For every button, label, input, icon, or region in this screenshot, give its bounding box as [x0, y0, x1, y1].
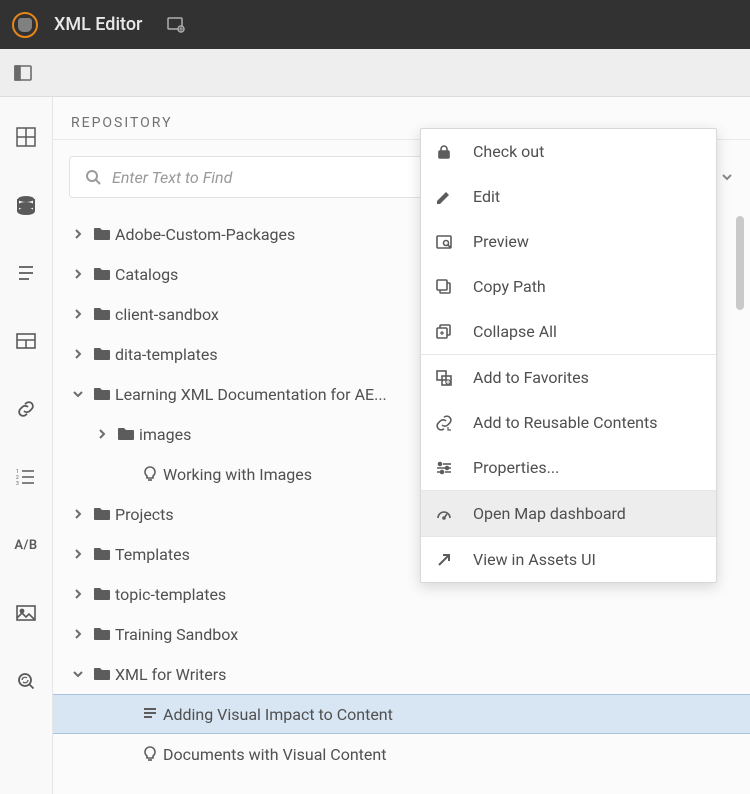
bulb-icon — [137, 465, 163, 483]
menu-item[interactable]: Add to Reusable Contents — [421, 400, 716, 445]
tree-toggle-icon[interactable] — [67, 589, 89, 599]
gauge-icon — [435, 505, 473, 523]
menu-item[interactable]: Properties... — [421, 445, 716, 490]
app-header: XML Editor — [0, 0, 750, 49]
rail-grid-icon[interactable] — [0, 103, 52, 171]
context-menu: Check out Edit Preview Copy Path Collapse Al… — [420, 128, 717, 583]
chevron-down-icon[interactable] — [720, 170, 734, 184]
collapse-icon — [435, 323, 473, 341]
tree-toggle-icon[interactable] — [67, 629, 89, 639]
tree-label: client-sandbox — [115, 305, 219, 324]
folder-icon — [89, 307, 115, 321]
map-icon — [137, 705, 163, 723]
tree-label: images — [139, 425, 191, 444]
menu-item[interactable]: Add to Favorites — [421, 355, 716, 400]
menu-label: Collapse All — [473, 322, 557, 341]
panel-settings-icon[interactable] — [166, 15, 186, 35]
tree-label: Projects — [115, 505, 174, 524]
folder-icon — [89, 667, 115, 681]
menu-label: Open Map dashboard — [473, 504, 626, 523]
tree-toggle-icon[interactable] — [67, 269, 89, 279]
folder-icon — [89, 227, 115, 241]
tree-label: Training Sandbox — [115, 625, 238, 644]
rail-layout-icon[interactable] — [0, 307, 52, 375]
preview-icon — [435, 233, 473, 251]
tree-toggle-icon[interactable] — [67, 509, 89, 519]
tree-label: topic-templates — [115, 585, 226, 604]
menu-label: Check out — [473, 142, 544, 161]
scrollbar-thumb[interactable] — [736, 216, 744, 310]
menu-label: Add to Favorites — [473, 368, 589, 387]
app-logo-icon — [12, 12, 38, 38]
rail-database-icon[interactable] — [0, 171, 52, 239]
menu-item[interactable]: Check out — [421, 129, 716, 174]
lock-icon — [435, 143, 473, 161]
tree-toggle-icon[interactable] — [67, 669, 89, 679]
tree-label: Documents with Visual Content — [163, 745, 386, 764]
folder-icon — [89, 507, 115, 521]
menu-label: Add to Reusable Contents — [473, 413, 658, 432]
rail-link-icon[interactable] — [0, 375, 52, 443]
bulb-icon — [137, 745, 163, 763]
folder-icon — [113, 427, 139, 441]
menu-item[interactable]: Edit — [421, 174, 716, 219]
folder-icon — [89, 547, 115, 561]
reuse-icon — [435, 414, 473, 432]
rail-text-icon[interactable] — [0, 239, 52, 307]
tree-label: Catalogs — [115, 265, 178, 284]
menu-label: Properties... — [473, 458, 559, 477]
menu-label: View in Assets UI — [473, 550, 596, 569]
tree-label: Learning XML Documentation for AE... — [115, 385, 387, 404]
tree-label: Adobe-Custom-Packages — [115, 225, 295, 244]
tree-row[interactable]: Adding Visual Impact to Content — [53, 694, 750, 734]
tree-row[interactable]: Documents with Visual Content — [53, 734, 750, 774]
pencil-icon — [435, 188, 473, 206]
tree-toggle-icon[interactable] — [91, 429, 113, 439]
tree-label: Templates — [115, 545, 190, 564]
folder-icon — [89, 347, 115, 361]
rail-list-icon[interactable]: 123 — [0, 443, 52, 511]
tree-toggle-icon[interactable] — [67, 229, 89, 239]
tree-label: dita-templates — [115, 345, 218, 364]
tree-toggle-icon[interactable] — [67, 549, 89, 559]
favorite-icon — [435, 369, 473, 387]
arrow-icon — [435, 551, 473, 569]
panel-toggle-icon[interactable] — [12, 62, 34, 84]
tree-row[interactable]: Training Sandbox — [53, 614, 750, 654]
tree-label: Adding Visual Impact to Content — [163, 705, 393, 724]
menu-item[interactable]: Copy Path — [421, 264, 716, 309]
menu-item[interactable]: Preview — [421, 219, 716, 264]
search-icon — [84, 168, 102, 186]
copy-icon — [435, 278, 473, 296]
tree-toggle-icon[interactable] — [67, 349, 89, 359]
rail-ab-icon[interactable]: A/B — [0, 511, 52, 579]
menu-label: Edit — [473, 187, 500, 206]
menu-label: Copy Path — [473, 277, 546, 296]
tree-toggle-icon[interactable] — [67, 309, 89, 319]
svg-text:3: 3 — [16, 481, 19, 487]
app-title: XML Editor — [54, 14, 142, 35]
settings-icon — [435, 459, 473, 477]
menu-label: Preview — [473, 232, 529, 251]
folder-icon — [89, 387, 115, 401]
tree-row[interactable]: XML for Writers — [53, 654, 750, 694]
tree-toggle-icon[interactable] — [67, 389, 89, 399]
menu-item[interactable]: Open Map dashboard — [421, 491, 716, 536]
folder-icon — [89, 627, 115, 641]
folder-icon — [89, 267, 115, 281]
folder-icon — [89, 587, 115, 601]
tree-label: Working with Images — [163, 465, 312, 484]
left-icon-rail: 123 A/B — [0, 97, 52, 794]
menu-item[interactable]: Collapse All — [421, 309, 716, 354]
menu-item[interactable]: View in Assets UI — [421, 537, 716, 582]
tree-label: XML for Writers — [115, 665, 226, 684]
rail-refresh-search-icon[interactable] — [0, 647, 52, 715]
subheader — [0, 49, 750, 97]
rail-image-icon[interactable] — [0, 579, 52, 647]
